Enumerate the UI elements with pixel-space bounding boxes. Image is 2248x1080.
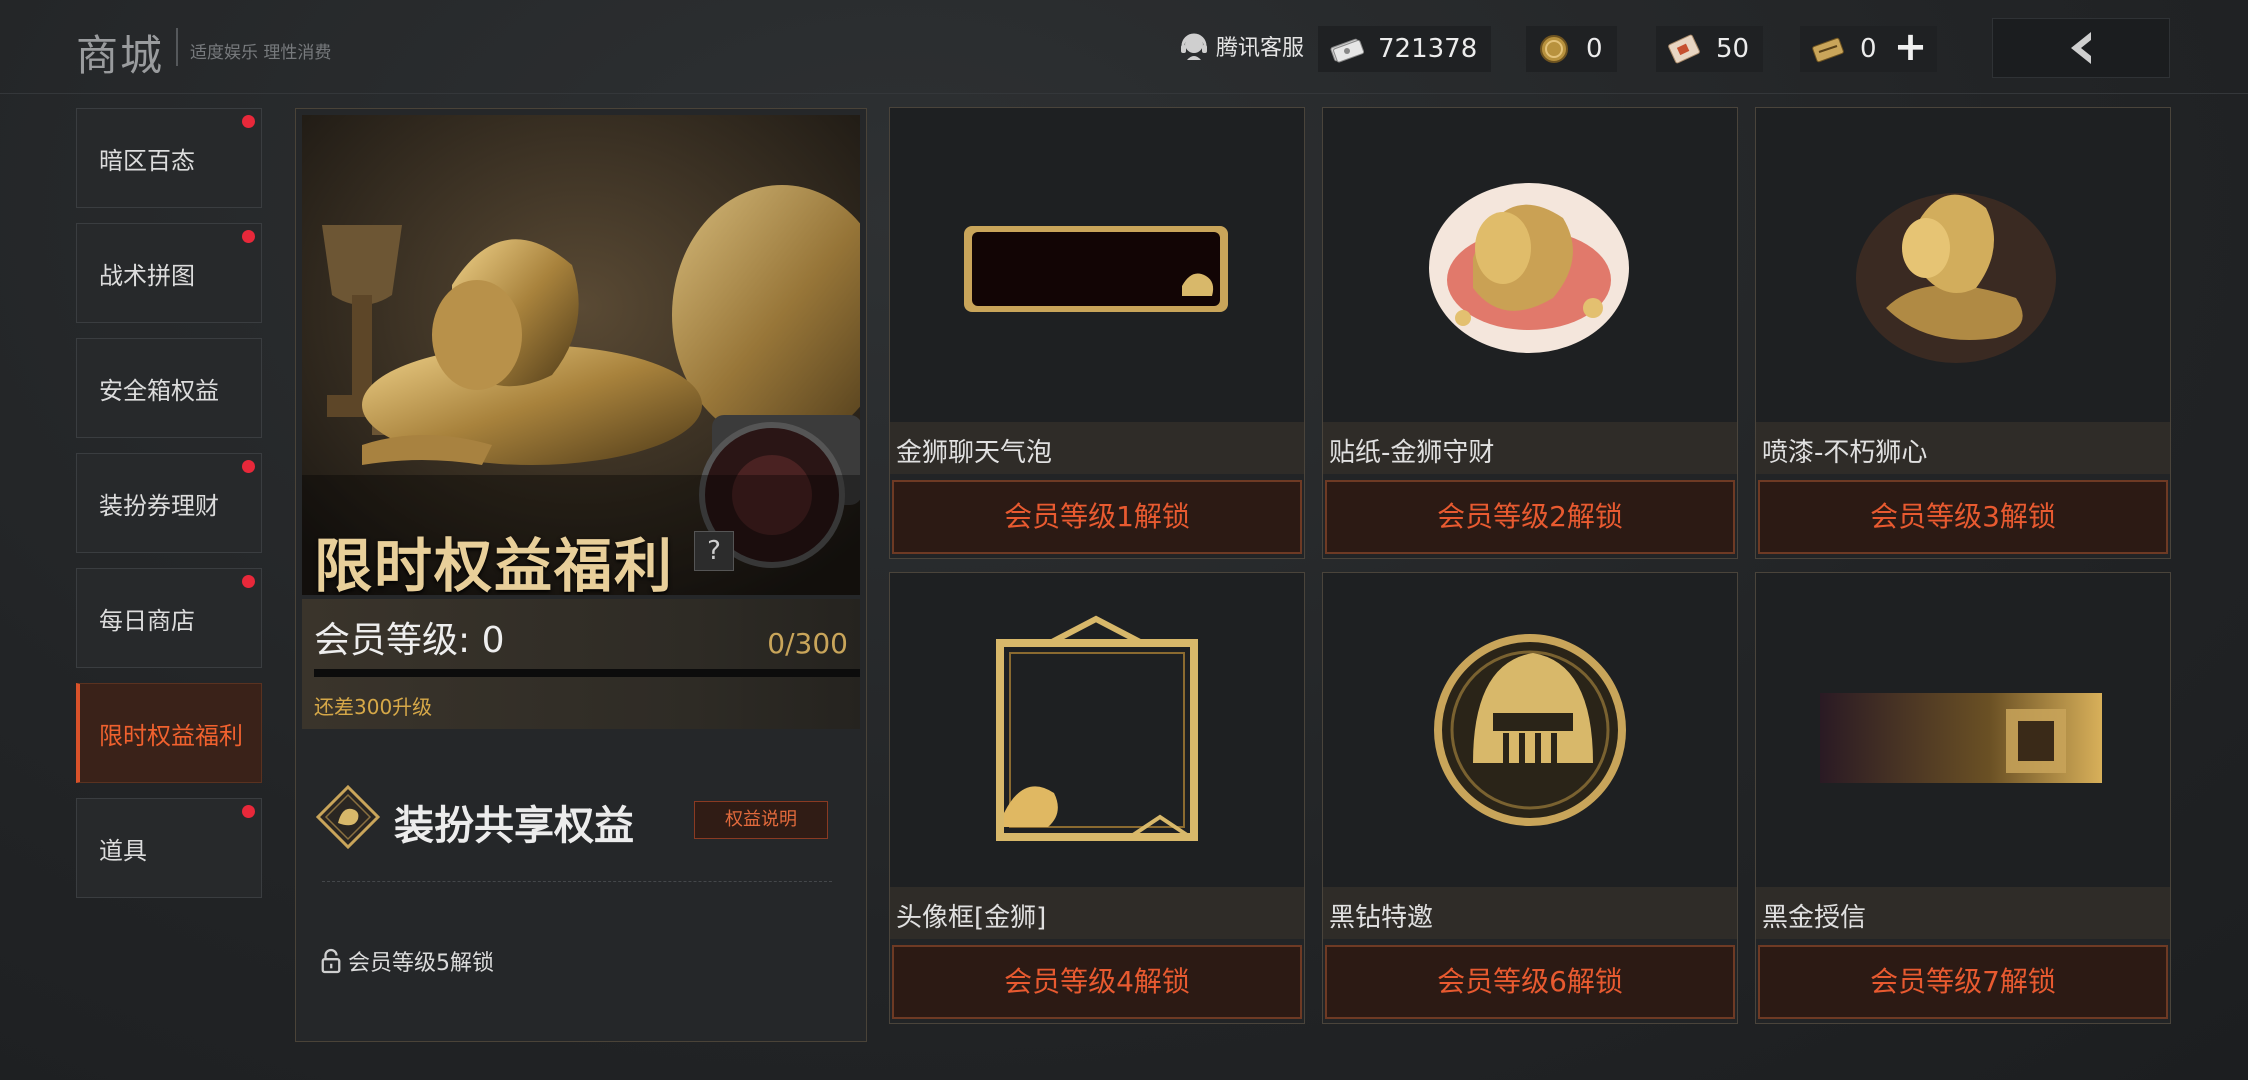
currency-voucher[interactable]: 50 xyxy=(1656,26,1764,72)
share-unlock-row: 会员等级5解锁 xyxy=(320,945,494,977)
share-unlock-text: 会员等级5解锁 xyxy=(348,951,494,976)
add-currency-button[interactable]: + xyxy=(1891,27,1931,69)
avatar-frame-image xyxy=(996,615,1198,841)
lion-sticker-image xyxy=(1429,183,1629,353)
sidebar-item-voucher-finance[interactable]: 装扮券理财 xyxy=(76,453,262,553)
notification-dot xyxy=(242,460,255,473)
currency-gold-coin[interactable]: 0 xyxy=(1526,26,1617,72)
help-button[interactable]: ? xyxy=(694,531,734,571)
gold-banner-image xyxy=(1820,693,2102,783)
slogan-text: 适度娱乐 理性消费 xyxy=(190,43,332,63)
level-remaining-text: 还差300升级 xyxy=(314,695,433,719)
banknote-icon xyxy=(1330,38,1364,63)
currency-banknote[interactable]: 721378 xyxy=(1318,26,1492,72)
sidebar: 暗区百态 战术拼图 安全箱权益 装扮券理财 每日商店 限时权益福利 道具 xyxy=(76,108,262,913)
chevron-left-icon xyxy=(2071,32,2091,64)
lion-spray-image xyxy=(1856,193,2056,363)
headset-icon xyxy=(1181,33,1207,60)
share-benefit-section: 装扮共享权益 权益说明 会员等级5解锁 xyxy=(302,745,860,1035)
unlock-level-2-button[interactable]: 会员等级2解锁 xyxy=(1325,480,1735,554)
sidebar-item-daily-shop[interactable]: 每日商店 xyxy=(76,568,262,668)
item-card[interactable]: 黑钻特邀 会员等级6解锁 xyxy=(1322,572,1738,1024)
notification-dot xyxy=(242,575,255,588)
sidebar-item-safe-box[interactable]: 安全箱权益 xyxy=(76,338,262,438)
gold-coin-amount: 0 xyxy=(1586,34,1603,64)
sidebar-item-label: 每日商店 xyxy=(99,606,195,635)
item-card[interactable]: 喷漆-不朽狮心 会员等级3解锁 xyxy=(1755,107,2171,559)
sidebar-item-label: 安全箱权益 xyxy=(99,376,219,405)
level-progress-text: 0/300 xyxy=(767,627,848,660)
chat-bubble-frame-image xyxy=(964,226,1228,312)
sidebar-item-label: 暗区百态 xyxy=(99,146,195,175)
unlock-level-6-button[interactable]: 会员等级6解锁 xyxy=(1325,945,1735,1019)
currency-gold-ticket[interactable]: 0 + xyxy=(1800,26,1937,72)
item-card[interactable]: 金狮聊天气泡 会员等级1解锁 xyxy=(889,107,1305,559)
item-card[interactable]: 头像框[金狮] 会员等级4解锁 xyxy=(889,572,1305,1024)
back-button[interactable] xyxy=(1992,18,2170,78)
page-title: 商城 xyxy=(76,31,165,80)
customer-service-label: 腾讯客服 xyxy=(1216,36,1305,61)
top-bar: 商城 适度娱乐 理性消费 腾讯客服 721378 0 50 0 + xyxy=(0,0,2248,94)
sidebar-item-limited-benefits[interactable]: 限时权益福利 xyxy=(76,683,262,783)
item-card[interactable]: 黑金授信 会员等级7解锁 xyxy=(1755,572,2171,1024)
share-benefit-title: 装扮共享权益 xyxy=(394,803,634,849)
benefit-info-button[interactable]: 权益说明 xyxy=(694,801,828,839)
gold-coin-icon xyxy=(1540,35,1568,63)
title-divider xyxy=(176,28,178,66)
helmet-badge-image xyxy=(1434,634,1626,826)
sidebar-item-label: 装扮券理财 xyxy=(99,491,219,520)
item-name: 头像框[金狮] xyxy=(896,903,1047,933)
notification-dot xyxy=(242,805,255,818)
hero-title: 限时权益福利 xyxy=(314,532,675,595)
member-level-box: 会员等级: 0 0/300 还差300升级 xyxy=(302,599,860,729)
unlock-level-4-button[interactable]: 会员等级4解锁 xyxy=(892,945,1302,1019)
lion-diamond-icon xyxy=(316,785,380,849)
sidebar-item-dark-zone[interactable]: 暗区百态 xyxy=(76,108,262,208)
benefit-panel: 限时权益福利 ? 会员等级: 0 0/300 还差300升级 装扮共享权益 权益… xyxy=(295,108,867,1042)
notification-dot xyxy=(242,115,255,128)
member-level-label: 会员等级: 0 xyxy=(314,620,505,661)
voucher-amount: 50 xyxy=(1716,34,1750,64)
gold-ticket-icon xyxy=(1812,37,1844,63)
unlock-level-7-button[interactable]: 会员等级7解锁 xyxy=(1758,945,2168,1019)
item-name: 金狮聊天气泡 xyxy=(896,438,1053,468)
item-card[interactable]: 贴纸-金狮守财 会员等级2解锁 xyxy=(1322,107,1738,559)
item-name: 贴纸-金狮守财 xyxy=(1329,438,1495,468)
sidebar-item-label: 战术拼图 xyxy=(99,261,195,290)
customer-service-button[interactable]: 腾讯客服 xyxy=(1178,30,1304,62)
item-name: 黑钻特邀 xyxy=(1329,903,1434,933)
sidebar-item-label: 限时权益福利 xyxy=(99,721,243,750)
sidebar-item-items[interactable]: 道具 xyxy=(76,798,262,898)
unlock-level-1-button[interactable]: 会员等级1解锁 xyxy=(892,480,1302,554)
voucher-card-icon xyxy=(1668,34,1700,64)
lock-icon xyxy=(321,948,341,974)
notification-dot xyxy=(242,230,255,243)
item-name: 黑金授信 xyxy=(1762,903,1867,933)
level-progress-bar xyxy=(314,669,860,677)
hero-banner: 限时权益福利 ? xyxy=(302,115,860,595)
section-divider xyxy=(322,881,832,882)
sidebar-item-tactical-puzzle[interactable]: 战术拼图 xyxy=(76,223,262,323)
unlock-level-3-button[interactable]: 会员等级3解锁 xyxy=(1758,480,2168,554)
gold-ticket-amount: 0 xyxy=(1860,34,1877,64)
banknote-amount: 721378 xyxy=(1378,34,1478,64)
sidebar-item-label: 道具 xyxy=(99,836,147,865)
item-name: 喷漆-不朽狮心 xyxy=(1762,438,1928,468)
